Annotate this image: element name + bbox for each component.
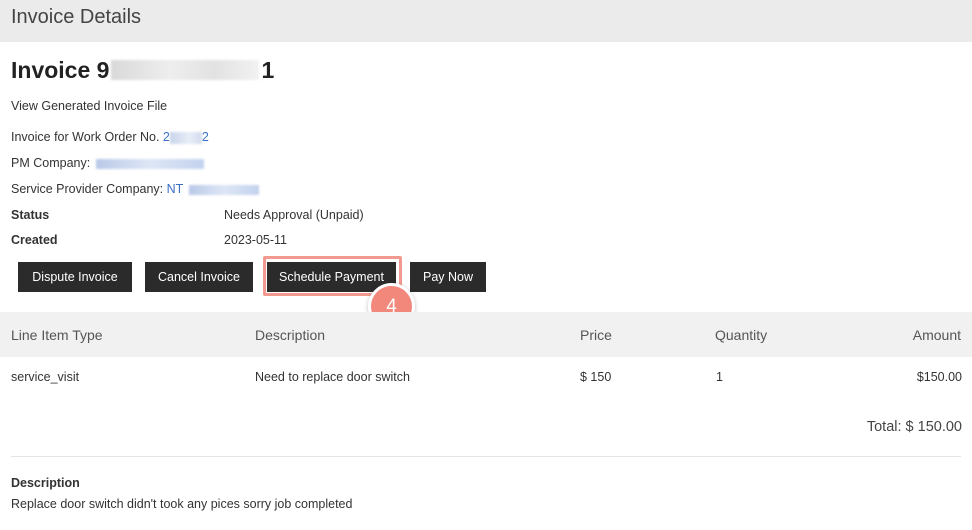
redacted-work-order — [169, 131, 202, 144]
cancel-invoice-button[interactable]: Cancel Invoice — [145, 262, 253, 292]
work-order-row: Invoice for Work Order No. 22 — [11, 130, 209, 144]
row-amount: $150.00 — [916, 370, 962, 384]
invoice-panel: Invoice 9 1 View Generated Invoice File I… — [0, 42, 972, 530]
row-quantity: 1 — [716, 370, 723, 384]
status-value: Needs Approval (Unpaid) — [224, 208, 364, 222]
created-value: 2023-05-11 — [224, 233, 288, 247]
column-header-type: Line Item Type — [11, 327, 103, 343]
page-header: Invoice Details — [0, 0, 972, 42]
divider — [11, 456, 961, 457]
invoice-number-end: 1 — [261, 57, 275, 83]
created-label: Created — [11, 233, 58, 247]
pm-company-link[interactable] — [95, 158, 204, 169]
pm-company-label: PM Company: — [11, 156, 91, 170]
column-header-amount: Amount — [912, 327, 961, 343]
column-header-description: Description — [255, 327, 326, 343]
status-label: Status — [11, 208, 50, 222]
invoice-total: Total: $ 150.00 — [866, 419, 962, 435]
line-items-table-header: Line Item Type Description Price Quantit… — [0, 312, 972, 357]
service-provider-label: Service Provider Company: — [11, 182, 164, 196]
row-description: Need to replace door switch — [255, 370, 410, 384]
service-provider-row: Service Provider Company: NT — [11, 182, 259, 196]
work-order-link[interactable]: 22 — [163, 130, 209, 144]
description-text: Replace door switch didn't took any pice… — [11, 497, 353, 511]
column-header-quantity: Quantity — [715, 327, 768, 343]
work-order-label: Invoice for Work Order No. — [11, 130, 160, 144]
row-line-item-type: service_visit — [11, 370, 80, 384]
service-provider-link[interactable]: NT — [167, 182, 259, 196]
description-label: Description — [11, 476, 80, 490]
pm-company-row: PM Company: — [11, 156, 204, 170]
view-invoice-file-link[interactable]: View Generated Invoice File — [11, 99, 167, 113]
invoice-title: Invoice 9 1 — [11, 57, 274, 84]
invoice-number-start: Invoice 9 — [11, 57, 110, 83]
redacted-invoice-number — [111, 59, 260, 80]
dispute-invoice-button[interactable]: Dispute Invoice — [18, 262, 132, 292]
pay-now-button[interactable]: Pay Now — [410, 262, 486, 292]
redacted-provider-name — [188, 184, 259, 195]
row-price: $ 150 — [580, 370, 612, 384]
column-header-price: Price — [580, 327, 612, 343]
page-title: Invoice Details — [11, 6, 142, 28]
